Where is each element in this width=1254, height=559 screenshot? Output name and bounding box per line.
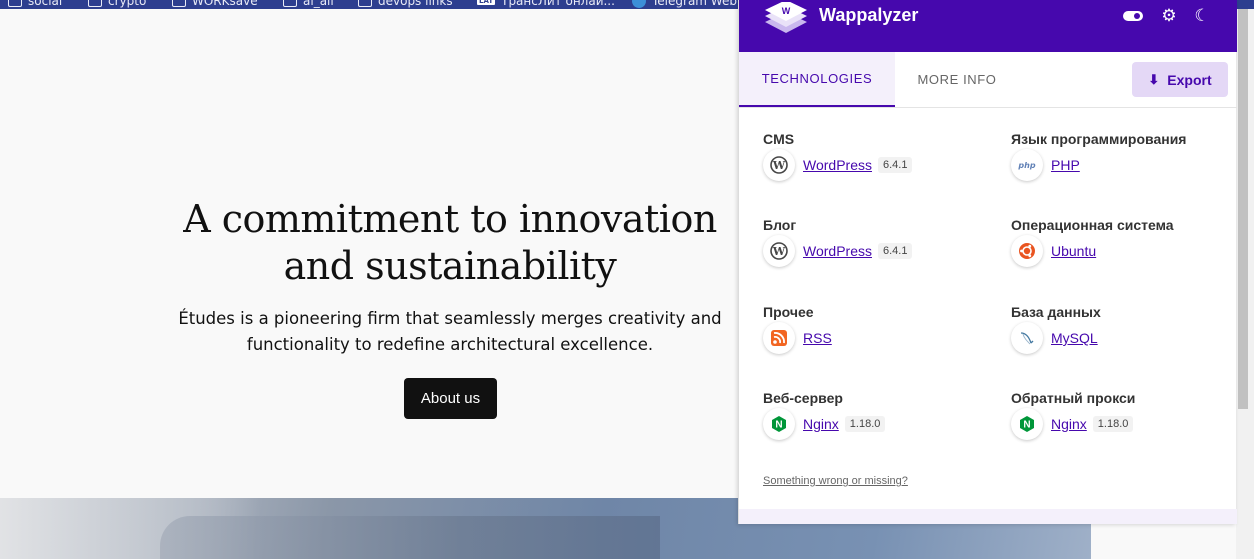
- tab-technologies[interactable]: TECHNOLOGIES: [739, 52, 895, 107]
- bookmark-worksave[interactable]: WORKsave: [172, 0, 258, 8]
- tech-link[interactable]: RSS: [803, 330, 832, 346]
- hero-title-line: and sustainability: [283, 244, 617, 288]
- version-badge: 6.4.1: [877, 243, 913, 259]
- tech-item: N Nginx 1.18.0: [763, 408, 886, 440]
- folder-icon: [358, 0, 372, 7]
- popup-header: W Wappalyzer ⚙ ☾: [739, 0, 1237, 52]
- category-title: Прочее: [763, 304, 814, 320]
- category-title: Веб-сервер: [763, 390, 843, 406]
- bookmark-crypto[interactable]: crypto: [88, 0, 146, 8]
- folder-icon: [8, 0, 22, 7]
- category-title: CMS: [763, 131, 795, 147]
- folder-icon: [88, 0, 102, 7]
- hero-image-cloud: [160, 516, 660, 559]
- tech-item: W WordPress 6.4.1: [763, 235, 913, 267]
- export-button[interactable]: ⬇ Export: [1132, 62, 1228, 97]
- tech-item: Ubuntu: [1011, 235, 1096, 267]
- telegram-icon: [632, 0, 646, 8]
- hero-description-line: Études is a pioneering firm that seamles…: [178, 309, 722, 328]
- tech-link[interactable]: WordPress: [803, 243, 872, 259]
- svg-text:W: W: [782, 6, 791, 16]
- tech-link[interactable]: Nginx: [803, 416, 839, 432]
- tech-item: php PHP: [1011, 149, 1080, 181]
- svg-text:N: N: [1023, 420, 1030, 431]
- svg-text:W: W: [772, 159, 786, 172]
- tab-bar: TECHNOLOGIES MORE INFO ⬇ Export: [739, 52, 1237, 108]
- tab-more-info[interactable]: MORE INFO: [895, 52, 1019, 107]
- nginx-icon: N: [1011, 408, 1043, 440]
- version-badge: 1.18.0: [844, 416, 886, 432]
- bookmark-devops-links[interactable]: devops links: [358, 0, 453, 8]
- folder-icon: [172, 0, 186, 7]
- wordpress-icon: W: [763, 149, 795, 181]
- lat-icon: LAT: [477, 0, 496, 5]
- brand-name: Wappalyzer: [819, 5, 919, 25]
- version-badge: 6.4.1: [877, 157, 913, 173]
- svg-text:N: N: [775, 420, 782, 431]
- version-badge: 1.18.0: [1092, 416, 1134, 432]
- tech-link[interactable]: MySQL: [1051, 330, 1098, 346]
- bookmark-translit[interactable]: LAT ТранcЛит онлай...: [477, 0, 615, 8]
- mysql-icon: [1011, 322, 1043, 354]
- tech-link[interactable]: WordPress: [803, 157, 872, 173]
- wordpress-icon: W: [763, 235, 795, 267]
- category-title: Язык программирования: [1011, 131, 1187, 147]
- popup-footer-bar: [739, 509, 1237, 524]
- svg-text:php: php: [1017, 161, 1035, 170]
- category-title: Обратный прокси: [1011, 390, 1136, 406]
- folder-icon: [283, 0, 297, 7]
- rss-icon: [763, 322, 795, 354]
- bookmark-ai-all[interactable]: ai_all: [283, 0, 334, 8]
- page-scrollbar-thumb[interactable]: [1238, 9, 1248, 409]
- hero-title-line: A commitment to innovation: [183, 197, 717, 241]
- tech-item: MySQL: [1011, 322, 1098, 354]
- tech-item: W WordPress 6.4.1: [763, 149, 913, 181]
- something-wrong-link[interactable]: Something wrong or missing?: [763, 475, 908, 487]
- svg-text:W: W: [772, 245, 786, 258]
- ubuntu-icon: [1011, 235, 1043, 267]
- tech-link[interactable]: Ubuntu: [1051, 243, 1096, 259]
- tech-item: N Nginx 1.18.0: [1011, 408, 1134, 440]
- tech-item: RSS: [763, 322, 832, 354]
- bookmark-telegram[interactable]: Telegram Web: [632, 0, 737, 8]
- wappalyzer-popup: W Wappalyzer ⚙ ☾ TECHNOLOGIES MORE INFO …: [738, 0, 1237, 524]
- download-icon: ⬇: [1148, 71, 1160, 87]
- export-label: Export: [1167, 71, 1212, 88]
- toggle-icon[interactable]: [1123, 6, 1143, 26]
- category-title: Блог: [763, 217, 797, 233]
- tech-link[interactable]: Nginx: [1051, 416, 1087, 432]
- nginx-icon: N: [763, 408, 795, 440]
- bookmark-social[interactable]: social: [8, 0, 62, 8]
- hero-description-line: functionality to redefine architectural …: [246, 335, 654, 354]
- php-icon: php: [1011, 149, 1043, 181]
- about-us-button[interactable]: About us: [404, 378, 497, 419]
- category-title: Операционная система: [1011, 217, 1174, 233]
- gear-icon[interactable]: ⚙: [1159, 6, 1179, 26]
- category-title: База данных: [1011, 304, 1101, 320]
- hero-description: Études is a pioneering firm that seamles…: [150, 306, 750, 358]
- wappalyzer-logo-icon: W: [765, 2, 807, 33]
- moon-icon[interactable]: ☾: [1192, 6, 1212, 26]
- tech-link[interactable]: PHP: [1051, 157, 1080, 173]
- hero-title: A commitment to innovation and sustainab…: [150, 196, 750, 290]
